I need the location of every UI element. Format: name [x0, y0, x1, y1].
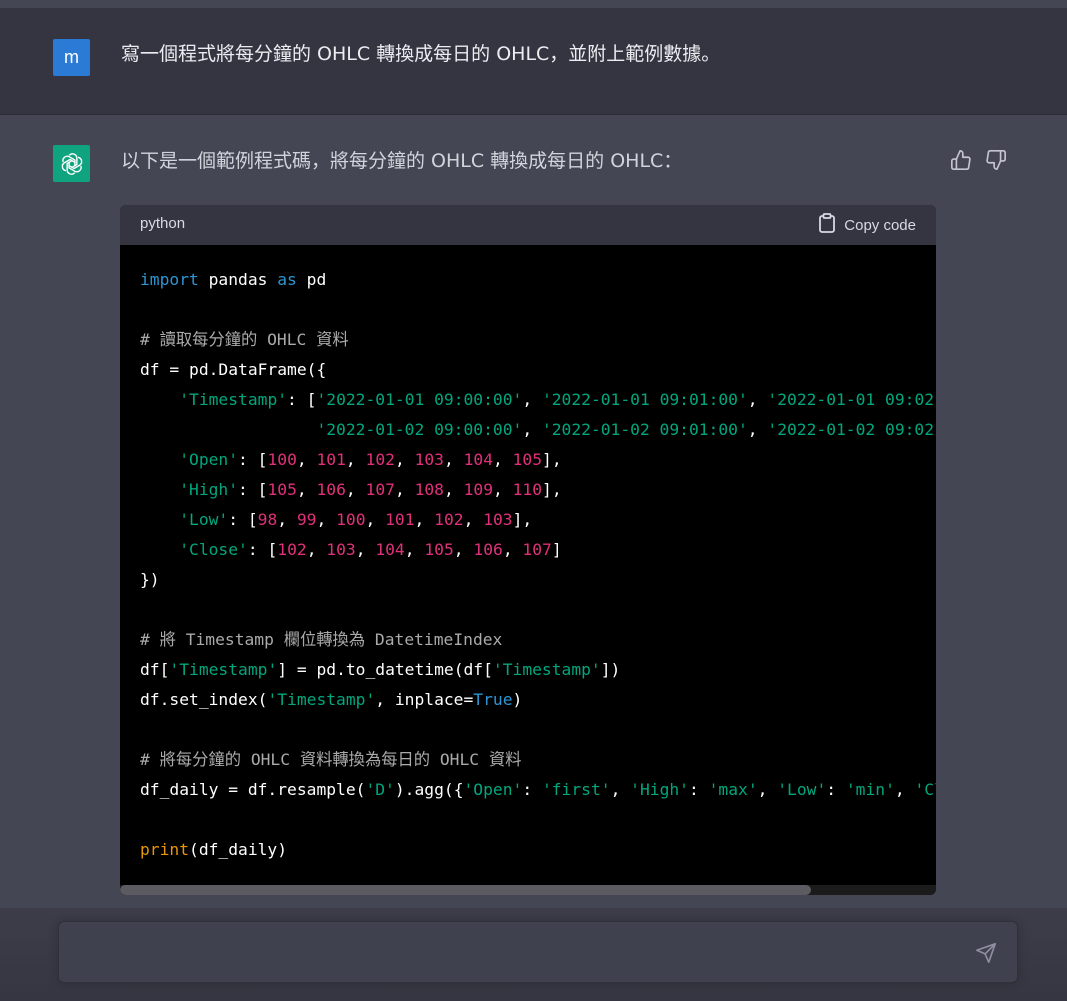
input-area	[0, 908, 1067, 1001]
scrollbar-thumb[interactable]	[120, 885, 811, 895]
code-block: python Copy code import pandas as pd # 讀…	[120, 205, 936, 895]
code-horizontal-scrollbar[interactable]	[120, 885, 936, 895]
clipboard-icon	[818, 213, 836, 237]
thumbs-up-icon[interactable]	[950, 149, 972, 171]
code-content: import pandas as pd # 讀取每分鐘的 OHLC 資料 df …	[140, 265, 936, 875]
thumbs-down-icon[interactable]	[985, 149, 1007, 171]
user-avatar: m	[53, 39, 90, 76]
openai-logo-icon	[53, 145, 90, 182]
code-text: import pandas as pd # 讀取每分鐘的 OHLC 資料 df …	[140, 270, 936, 859]
copy-code-label: Copy code	[844, 216, 916, 234]
top-strip	[0, 0, 1067, 8]
user-message-text: 寫一個程式將每分鐘的 OHLC 轉換成每日的 OHLC，並附上範例數據。	[121, 43, 721, 65]
assistant-intro-text: 以下是一個範例程式碼，將每分鐘的 OHLC 轉換成每日的 OHLC：	[121, 150, 683, 172]
assistant-message: 以下是一個範例程式碼，將每分鐘的 OHLC 轉換成每日的 OHLC： pytho…	[0, 115, 1067, 915]
copy-code-button[interactable]: Copy code	[818, 213, 916, 237]
code-language-label: python	[140, 215, 186, 232]
paper-plane-icon[interactable]	[975, 942, 999, 966]
user-message: m 寫一個程式將每分鐘的 OHLC 轉換成每日的 OHLC，並附上範例數據。	[0, 8, 1067, 115]
message-input[interactable]	[58, 921, 1018, 983]
code-header: python Copy code	[120, 205, 936, 245]
